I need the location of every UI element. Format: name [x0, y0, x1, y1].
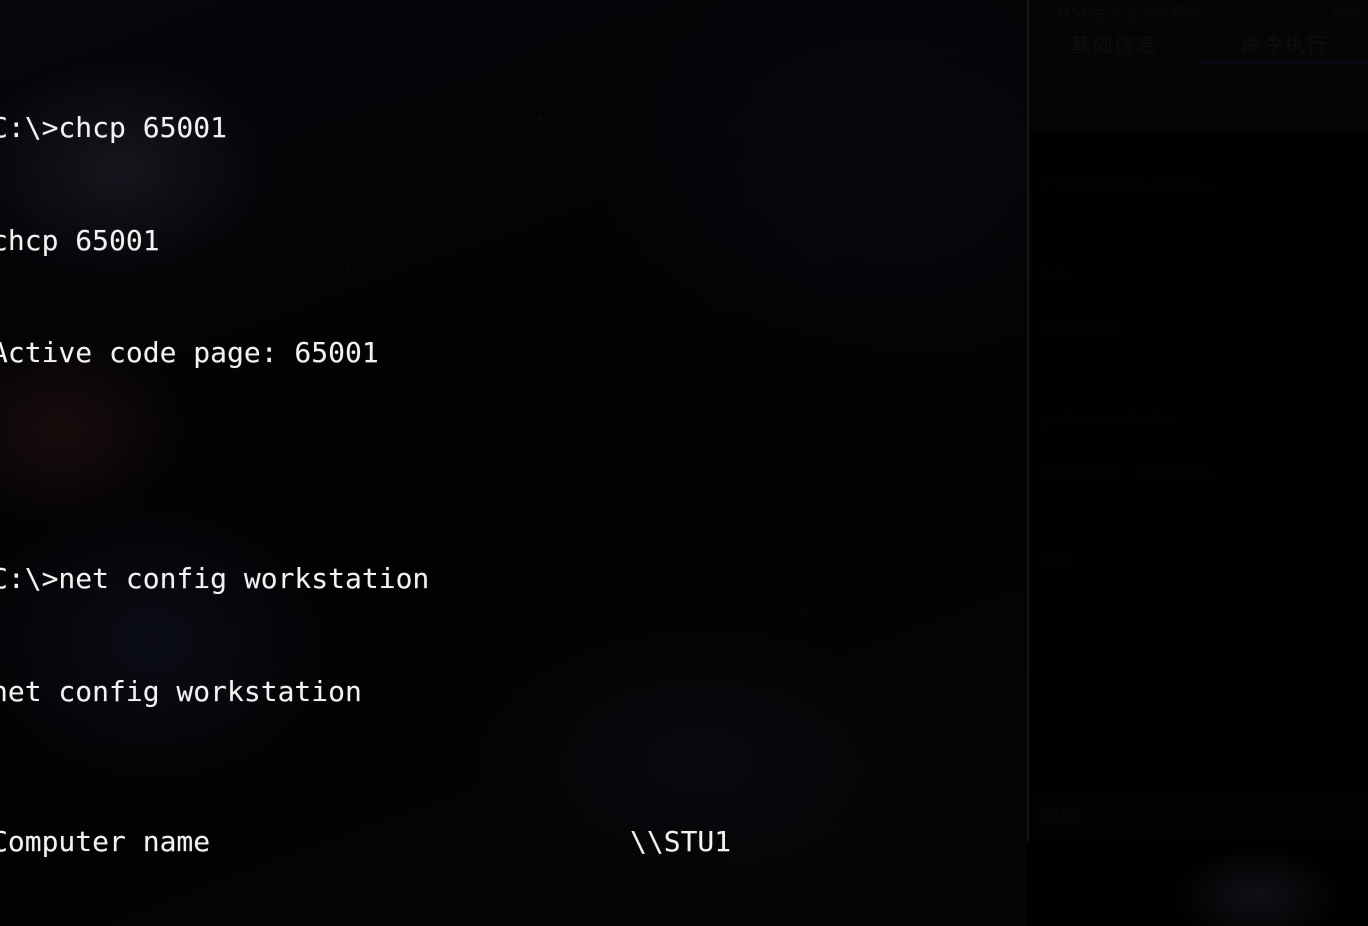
console-line-echo: net config workstation [0, 674, 362, 708]
console-line-echo: chcp 65001 [0, 223, 160, 257]
console-output[interactable]: C:\>chcp 65001 chcp 65001 Active code pa… [0, 0, 1368, 926]
console-line-command: C:\>chcp 65001 [0, 110, 228, 144]
console-line-output: Active code page: 65001 [0, 336, 379, 370]
console-line-blank [0, 447, 1368, 485]
screen-root: 刷新 MSF后渗透测试模块 基础信息 命令执行 [*]正在执行命令，请稍候...… [0, 0, 1368, 926]
field-value: \\STU1 [630, 825, 732, 859]
console-line-command: C:\>net config workstation [0, 561, 430, 595]
field-label: Computer name [0, 825, 211, 859]
console-row-computer-name: Computer name \\STU1 [0, 823, 1368, 861]
